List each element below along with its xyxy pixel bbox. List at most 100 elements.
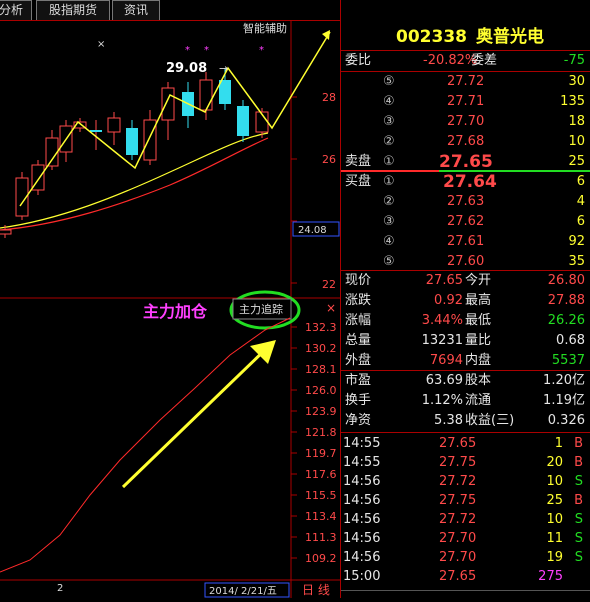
stat-label: 最低 (465, 313, 492, 328)
stat-value: 5537 (551, 353, 585, 368)
fundamental-label: 股本 (465, 373, 492, 388)
svg-text:*: * (259, 45, 264, 56)
stat-label: 涨幅 (345, 313, 372, 328)
candle-body (45, 137, 59, 167)
ask-price: 27.70 (447, 114, 485, 129)
ask-volume: 18 (568, 114, 585, 129)
stock-name: 奥普光电 (476, 27, 544, 47)
ask-volume: 25 (568, 154, 585, 169)
stat-value: 13231 (421, 333, 463, 348)
tick-volume: 10 (546, 474, 563, 489)
fundamental-label: 收益(三) (465, 413, 515, 428)
ask-level: ① (383, 154, 395, 169)
ask-volume: 30 (568, 74, 585, 89)
fundamental-label: 市盈 (345, 373, 372, 388)
candle-body (107, 117, 121, 133)
tracking-button[interactable]: 主力追踪 (239, 302, 283, 316)
tick-side: B (574, 455, 583, 470)
divider (341, 432, 590, 433)
price-tick-current: 24.08 (298, 225, 327, 236)
ask-level: ② (383, 134, 395, 149)
bid-price: 27.62 (447, 214, 485, 229)
candle-body (219, 80, 231, 104)
ask-level: ⑤ (383, 74, 395, 89)
big-arrow-shaft (121, 345, 270, 489)
lower-axis-label: 128.1 (305, 363, 337, 376)
date-label: 2014/ 2/21/五 (209, 586, 277, 597)
tab-index-futures[interactable]: 股指期货 (36, 0, 110, 20)
ask-price: 27.72 (447, 74, 485, 89)
bid-price: 27.64 (443, 172, 497, 192)
ask-volume: 135 (560, 94, 585, 109)
fundamental-row: 净资 5.38 收益(三) 0.326 (341, 411, 590, 431)
lower-panel-title: 主力加仓 (143, 302, 208, 321)
tick-row: 14:56 27.70 11 S (341, 529, 590, 549)
candle-body (199, 79, 213, 111)
tab-news[interactable]: 资讯 (112, 0, 160, 20)
fundamental-label: 换手 (345, 393, 372, 408)
lower-axis-label: 113.4 (305, 510, 337, 523)
stat-label: 内盘 (465, 353, 492, 368)
close-icon[interactable]: × (326, 301, 336, 315)
peak-price-label: 29.08 (166, 61, 207, 76)
stat-row: 外盘 7694 内盘 5537 (341, 351, 590, 371)
tick-volume: 11 (546, 531, 563, 546)
lower-axis-label: 117.6 (305, 468, 337, 481)
bid-row: ④ 27.61 92 (341, 232, 590, 252)
tick-time: 14:56 (343, 474, 381, 489)
tick-time: 14:56 (343, 493, 381, 508)
lower-axis-labels: 132.3 130.2 128.1 126.0 123.9 121.8 119.7 117.6… (291, 321, 337, 565)
bid-level: ⑤ (383, 254, 395, 269)
ask-volume: 10 (568, 134, 585, 149)
tick-side: B (574, 493, 583, 508)
buy-label: 买盘 (345, 174, 372, 189)
lower-axis-label: 130.2 (305, 342, 337, 355)
bid-volume: 35 (568, 254, 585, 269)
weicha-label: 委差 (471, 53, 498, 68)
tick-row: 15:00 27.65 275 (341, 567, 590, 587)
kline-chart-area[interactable]: × * * * 智能辅助 29.08 → 28 26 24.08 22 主力加仓 主… (0, 20, 340, 598)
tick-time: 14:55 (343, 436, 381, 451)
bid-volume: 92 (568, 234, 585, 249)
tab-analysis[interactable]: 分析 (0, 0, 32, 20)
tick-side: S (574, 474, 583, 489)
price-tick-26: 26 (322, 153, 336, 166)
candlesticks (0, 68, 269, 238)
tick-volume: 10 (546, 512, 563, 527)
price-axis-ticks (291, 96, 297, 284)
tab-bar: 分析 股指期货 资讯 (0, 0, 340, 21)
tick-time: 14:56 (343, 512, 381, 527)
stat-value: 27.65 (425, 273, 463, 288)
lower-axis-label: 123.9 (305, 405, 337, 418)
candle-body (237, 106, 249, 136)
period-label[interactable]: 日 线 (302, 583, 330, 597)
ask-row: ④ 27.71 135 (341, 92, 590, 112)
kline-chart-svg[interactable]: × * * * 智能辅助 29.08 → 28 26 24.08 22 主力加仓 主… (0, 20, 340, 598)
bid-level: ④ (383, 234, 395, 249)
tick-row: 14:56 27.72 10 S (341, 510, 590, 530)
ask-price: 27.68 (447, 134, 485, 149)
order-ratio-row: 委比 -20.82% 委差 -75 (341, 51, 590, 71)
quote-panel: 002338 奥普光电 委比 -20.82% 委差 -75 ⑤ 27.72 30 ④ 2… (340, 0, 590, 598)
candle-body (0, 229, 12, 235)
stat-row: 现价 27.65 今开 26.80 (341, 271, 590, 291)
tick-volume: 1 (554, 436, 563, 451)
tick-time: 14:56 (343, 531, 381, 546)
stat-label: 今开 (465, 273, 492, 288)
tick-side: S (574, 512, 583, 527)
bid-price: 27.63 (447, 194, 485, 209)
svg-text:*: * (204, 45, 209, 56)
cross-marker: × (97, 39, 105, 50)
price-tick-22: 22 (322, 278, 336, 291)
stat-value: 26.80 (547, 273, 585, 288)
main-force-line (0, 317, 291, 573)
ask-row: 卖盘 ① 27.65 25 (341, 152, 590, 172)
candle-body (161, 87, 175, 121)
tick-row: 14:55 27.75 20 B (341, 453, 590, 473)
tick-time: 15:00 (343, 569, 381, 584)
ask-row: ③ 27.70 18 (341, 112, 590, 132)
tick-side: S (574, 531, 583, 546)
fundamental-label: 净资 (345, 413, 372, 428)
bid-volume: 4 (576, 194, 585, 209)
ask-price: 27.65 (439, 152, 493, 172)
